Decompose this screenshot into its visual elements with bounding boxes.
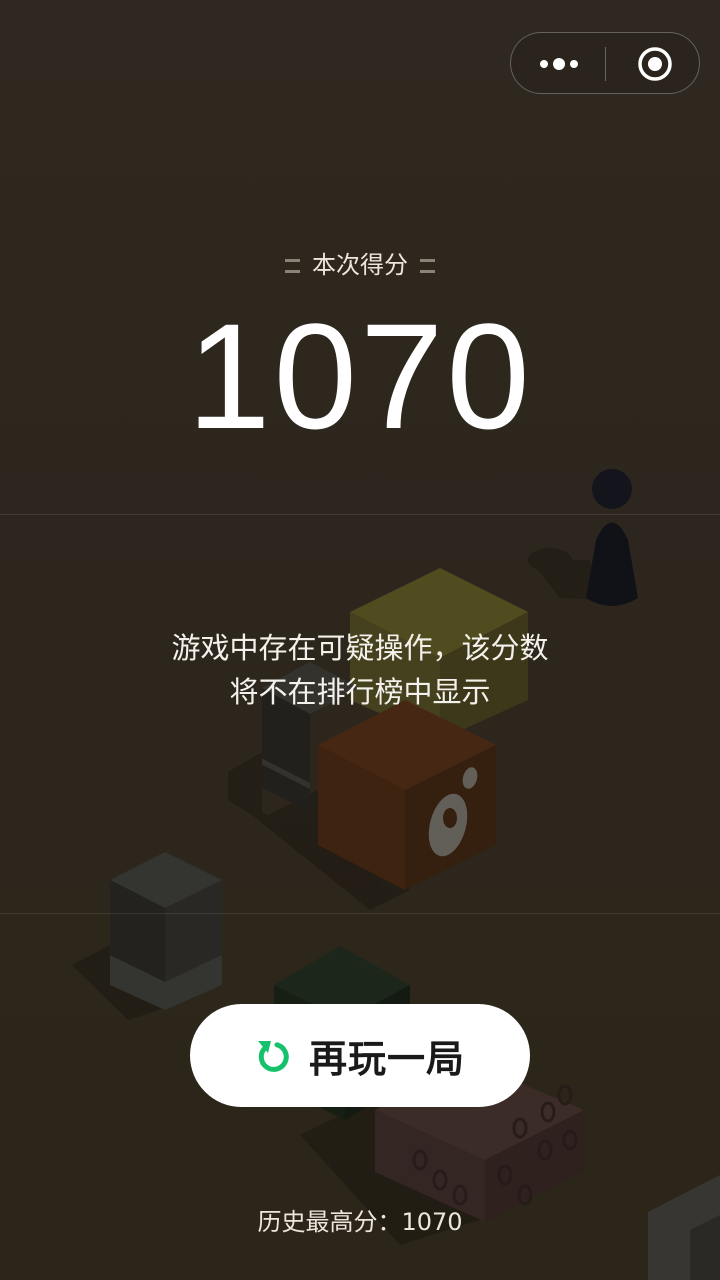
right-dash-icon (420, 259, 435, 273)
more-button[interactable] (511, 33, 605, 93)
left-dash-icon (285, 259, 300, 273)
score-label: 本次得分 (0, 244, 720, 286)
suspicious-warning: 游戏中存在可疑操作，该分数 将不在排行榜中显示 (0, 626, 720, 714)
target-circle-icon (638, 47, 672, 81)
top-divider (0, 514, 720, 515)
game-over-screen: 本次得分 1070 游戏中存在可疑操作，该分数 将不在排行榜中显示 再玩一局 历… (0, 0, 720, 1280)
warning-line-2: 将不在排行榜中显示 (229, 675, 491, 709)
warning-line-1: 游戏中存在可疑操作，该分数 (171, 631, 549, 665)
close-button[interactable] (606, 33, 699, 93)
refresh-icon (257, 1040, 289, 1072)
current-score: 1070 (187, 292, 533, 460)
best-score-value: 1070 (401, 1208, 463, 1236)
best-score: 历史最高分：1070 (0, 1204, 720, 1240)
grey-block (110, 852, 222, 1010)
play-again-button[interactable]: 再玩一局 (190, 1004, 530, 1107)
bottom-divider (0, 913, 720, 914)
more-dots-icon (540, 58, 578, 70)
mini-program-capsule (510, 32, 700, 94)
score-label-text: 本次得分 (312, 251, 408, 279)
best-score-label: 历史最高分： (257, 1208, 402, 1236)
play-again-label: 再玩一局 (308, 1037, 465, 1081)
